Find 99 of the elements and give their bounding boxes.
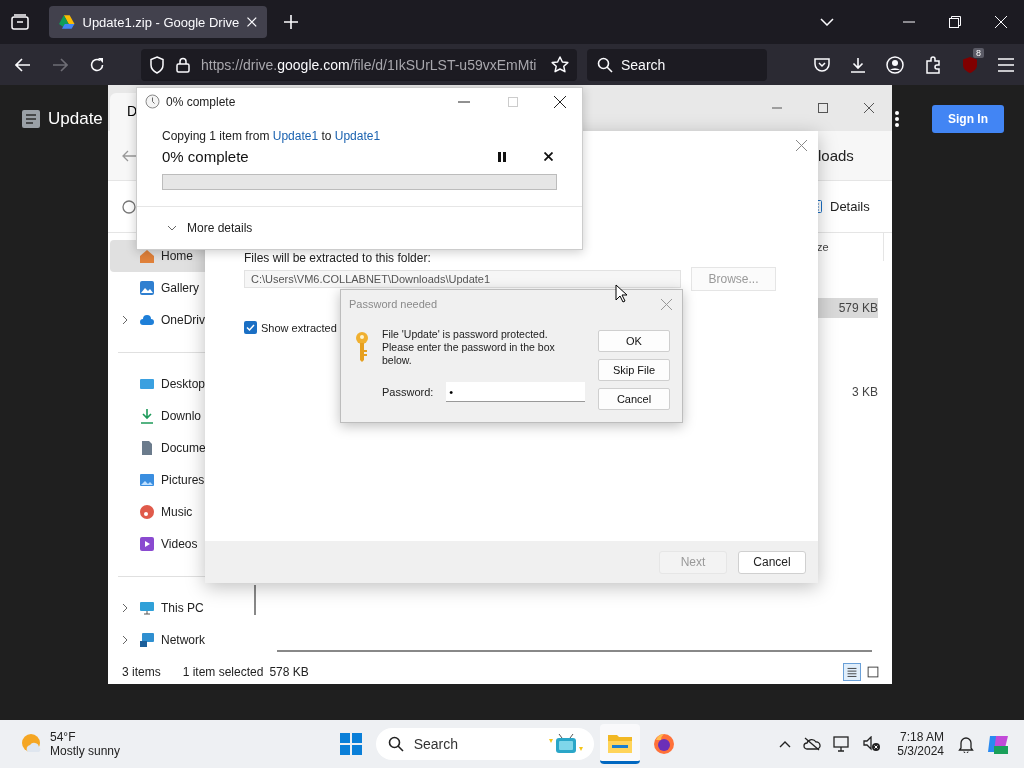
pc-icon <box>139 600 155 616</box>
chevron-right-icon[interactable] <box>122 315 128 325</box>
globe-fox-icon <box>652 733 675 755</box>
document-icon <box>22 110 40 128</box>
download-icon <box>139 408 155 424</box>
tiles-view-icon[interactable] <box>864 663 882 681</box>
menu-icon[interactable] <box>998 57 1014 72</box>
sidebar-item[interactable]: OneDriv <box>110 304 254 336</box>
selection-status: 1 item selected <box>182 665 264 679</box>
home-icon <box>139 248 155 264</box>
circle-icon[interactable] <box>122 199 136 214</box>
scrollbar[interactable] <box>254 585 256 615</box>
sidebar-item[interactable]: Docume <box>110 432 254 464</box>
more-details-toggle[interactable]: More details <box>187 221 253 235</box>
extension-badge: 8 <box>973 47 984 58</box>
picture-icon <box>139 472 155 488</box>
sidebar-item[interactable]: Videos <box>110 528 254 560</box>
checkbox[interactable] <box>244 321 257 334</box>
download-icon[interactable] <box>850 56 866 73</box>
windows-start-icon[interactable] <box>339 733 362 755</box>
pause-icon[interactable] <box>498 151 506 162</box>
file-size-cell: 579 KB <box>818 298 878 318</box>
more-options-icon[interactable] <box>895 111 899 127</box>
sidebar-item[interactable]: This PC <box>110 592 254 624</box>
browser-tab[interactable]: Update1.zip - Google Drive <box>49 6 267 38</box>
sidebar-item[interactable]: Downlo <box>110 400 254 432</box>
selection-size: 578 KB <box>269 665 309 679</box>
dialog-button[interactable]: Skip File <box>598 359 670 381</box>
bell-icon[interactable] <box>958 735 974 753</box>
chevron-right-icon[interactable] <box>122 603 128 613</box>
temperature: 54°F <box>50 730 77 744</box>
key-icon <box>355 332 369 362</box>
drive-icon <box>59 15 75 29</box>
close-icon[interactable] <box>554 95 566 108</box>
pocket-icon[interactable] <box>814 57 830 72</box>
sidebar-item[interactable]: Pictures <box>110 464 254 496</box>
file-size-cell-text: 3 KB <box>851 384 878 401</box>
path-field[interactable]: C:\Users\VM6.COLLABNET\Downloads\Update1 <box>244 270 681 288</box>
scrollbar[interactable] <box>277 650 872 652</box>
sidebar-item[interactable]: Desktop <box>110 368 254 400</box>
shield-icon[interactable] <box>149 55 165 74</box>
destination-link[interactable]: Update1 <box>334 129 381 143</box>
search-field[interactable]: Search <box>587 48 767 81</box>
sign-in-button[interactable]: Sign In <box>932 105 1004 133</box>
chevron-right-icon[interactable] <box>122 635 128 645</box>
chevron-up-icon[interactable] <box>779 740 792 748</box>
details-view-icon[interactable] <box>843 663 861 681</box>
password-field[interactable]: • <box>446 382 586 402</box>
search-icon <box>387 736 404 752</box>
new-tab-icon[interactable] <box>284 15 298 29</box>
field-label: Password: <box>382 386 434 398</box>
gallery-icon <box>139 280 155 296</box>
weather-text: Mostly sunny <box>50 744 121 758</box>
progress-title: 0% complete <box>162 148 249 165</box>
folder-icon <box>607 732 632 753</box>
taskbar-search-field[interactable]: Search <box>375 728 594 760</box>
lock-icon[interactable] <box>176 56 190 73</box>
clock-date[interactable]: 5/3/2024 <box>897 744 944 758</box>
breadcrumb[interactable]: loads <box>818 147 892 164</box>
mouse-cursor-icon <box>615 284 627 303</box>
taskbar-app[interactable] <box>599 724 640 764</box>
extensions-icon[interactable] <box>924 55 942 74</box>
address-bar[interactable]: https://drive.google.com/file/d/1IkSUrLST-u59vxEmMti <box>141 48 577 81</box>
password-message: File 'Update' is password protected. Please enter the password in the box below. <box>382 328 556 368</box>
document-icon <box>139 440 155 456</box>
file-title: Update <box>48 109 103 129</box>
monitor-icon[interactable] <box>833 736 852 752</box>
url-text: https://drive.google.com/file/d/1IkSUrLST-u59vxEmMti <box>201 56 538 73</box>
dialog-button[interactable]: OK <box>598 330 670 352</box>
item-count: 3 items <box>122 665 161 679</box>
copy-description: Copying 1 item from Update1 to Update1 <box>162 129 382 143</box>
music-icon <box>139 504 155 520</box>
cloud-off-icon[interactable] <box>803 737 822 751</box>
dialog-title: 0% complete <box>166 94 236 109</box>
maximize-icon[interactable] <box>818 103 828 113</box>
close-tab-icon[interactable] <box>247 17 257 27</box>
dialog-title: Password needed <box>349 298 438 310</box>
video-icon <box>139 536 155 552</box>
cloud-icon <box>139 312 155 328</box>
dialog-button[interactable]: Cancel <box>598 388 670 410</box>
search-icon <box>597 56 613 73</box>
speaker-muted-icon[interactable] <box>863 736 882 752</box>
star-icon[interactable] <box>551 56 569 73</box>
network-icon <box>139 632 155 648</box>
close-icon[interactable] <box>864 103 874 113</box>
account-icon[interactable] <box>886 55 904 74</box>
dialog-button[interactable]: Cancel <box>738 550 806 574</box>
source-link[interactable]: Update1 <box>272 129 319 143</box>
clock-time[interactable]: 7:18 AM <box>899 730 944 744</box>
sidebar-item[interactable]: Network <box>110 624 254 656</box>
desktop-icon <box>139 376 155 392</box>
checkbox-label: Show extracted <box>261 321 337 334</box>
tab-list-icon[interactable] <box>11 14 29 30</box>
sidebar-item[interactable]: Music <box>110 496 254 528</box>
restore-icon[interactable] <box>949 16 961 28</box>
forward-icon[interactable] <box>52 57 68 72</box>
clock-icon <box>145 94 160 109</box>
cancel-icon[interactable] <box>544 152 553 161</box>
reload-icon[interactable] <box>89 56 105 73</box>
